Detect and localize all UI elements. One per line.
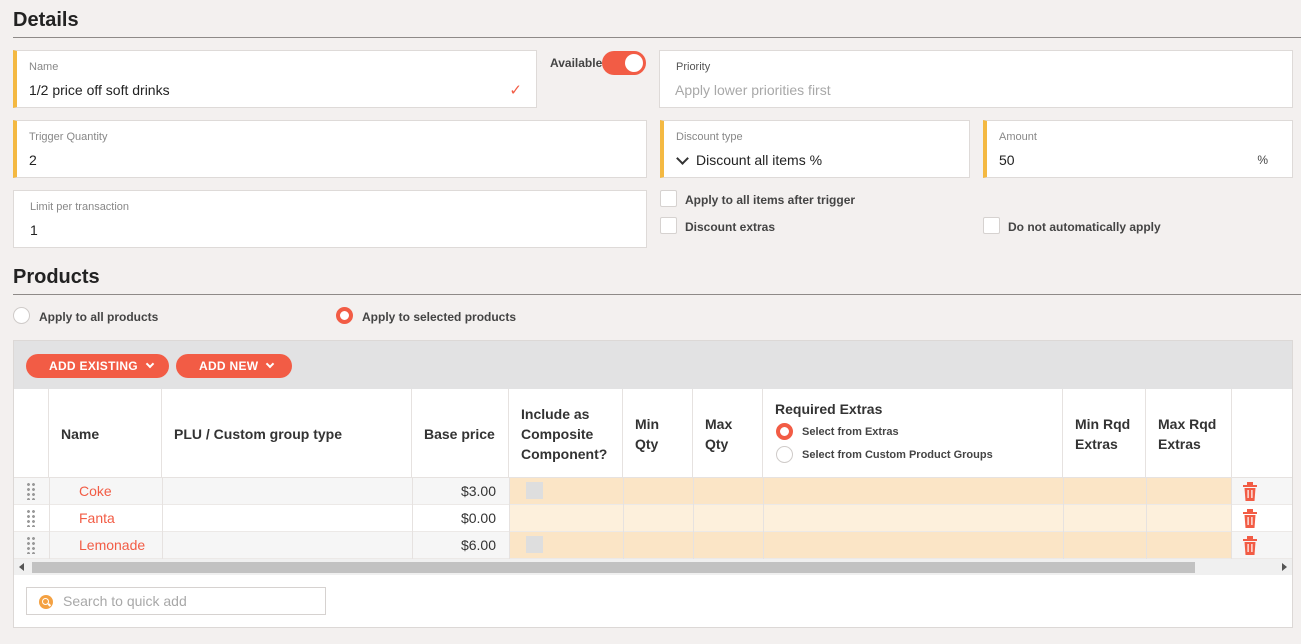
- column-divider: [763, 478, 764, 559]
- products-toolbar: ADD EXISTING ADD NEW: [14, 341, 1292, 389]
- drag-handle-icon[interactable]: [26, 482, 36, 500]
- apply-all-products-radio[interactable]: [13, 307, 30, 324]
- add-existing-label: ADD EXISTING: [49, 359, 138, 373]
- editable-cells: [509, 505, 1231, 531]
- product-price: $6.00: [460, 537, 496, 553]
- amount-value[interactable]: 50: [999, 152, 1015, 168]
- table-row: Fanta $0.00: [14, 505, 1292, 532]
- check-icon: ✓: [509, 82, 522, 99]
- header-min-rqd-extras[interactable]: Min Rqd Extras: [1063, 389, 1146, 478]
- priority-label: Priority: [676, 61, 711, 73]
- column-divider: [1146, 478, 1147, 559]
- header-plu[interactable]: PLU / Custom group type: [162, 389, 412, 478]
- discount-extras-label: Discount extras: [685, 220, 776, 234]
- table-row: Coke $3.00: [14, 478, 1292, 505]
- drag-handle-icon[interactable]: [26, 536, 36, 554]
- header-drag-column: [14, 389, 49, 478]
- details-divider: [13, 37, 1301, 38]
- horizontal-scrollbar[interactable]: [14, 559, 1292, 575]
- product-name-link[interactable]: Lemonade: [79, 532, 145, 558]
- priority-input[interactable]: Apply lower priorities first: [675, 82, 831, 98]
- select-from-groups-radio[interactable]: [776, 446, 793, 463]
- trigger-quantity-label: Trigger Quantity: [29, 131, 108, 143]
- apply-all-products-label: Apply to all products: [39, 310, 159, 324]
- chevron-down-icon: [266, 359, 275, 369]
- column-divider: [49, 478, 50, 559]
- required-extras-title: Required Extras: [775, 401, 883, 417]
- name-value[interactable]: 1/2 price off soft drinks: [29, 82, 170, 98]
- apply-selected-products-radio[interactable]: [336, 307, 353, 324]
- scroll-left-icon[interactable]: [19, 563, 24, 571]
- available-label: Available: [550, 56, 603, 70]
- trash-icon[interactable]: [1242, 509, 1258, 528]
- name-label: Name: [29, 61, 59, 73]
- trash-icon[interactable]: [1242, 536, 1258, 555]
- editable-cells: [509, 532, 1231, 558]
- limit-field[interactable]: Limit per transaction 1: [13, 190, 647, 248]
- discount-type-value[interactable]: Discount all items %: [696, 152, 822, 168]
- limit-label: Limit per transaction: [30, 201, 130, 213]
- product-price: $3.00: [460, 483, 496, 499]
- add-new-label: ADD NEW: [199, 359, 259, 373]
- column-divider: [162, 478, 163, 559]
- discount-extras-checkbox[interactable]: [660, 217, 677, 234]
- amount-field[interactable]: Amount 50 %: [983, 120, 1293, 178]
- apply-all-after-trigger-label: Apply to all items after trigger: [685, 193, 856, 207]
- scroll-right-icon[interactable]: [1282, 563, 1287, 571]
- discount-type-label: Discount type: [676, 131, 743, 143]
- drag-handle-icon[interactable]: [26, 509, 36, 527]
- details-title: Details: [13, 9, 79, 31]
- product-name-link[interactable]: Fanta: [79, 505, 115, 531]
- header-composite[interactable]: Include as Composite Component?: [509, 389, 623, 478]
- add-new-button[interactable]: ADD NEW: [176, 354, 292, 378]
- products-title: Products: [13, 266, 100, 288]
- table-row: Lemonade $6.00: [14, 532, 1292, 559]
- table-header: Name PLU / Custom group type Base price …: [14, 389, 1292, 478]
- products-divider: [13, 294, 1301, 295]
- quick-add-search[interactable]: [26, 587, 326, 615]
- column-divider: [509, 478, 510, 559]
- search-icon: [39, 595, 53, 609]
- editable-cells: [509, 478, 1231, 504]
- percent-unit: %: [1257, 153, 1268, 167]
- select-from-extras-label: Select from Extras: [802, 426, 899, 438]
- products-panel: ADD EXISTING ADD NEW Name PLU / Custom g…: [13, 340, 1293, 628]
- trigger-quantity-field[interactable]: Trigger Quantity 2: [13, 120, 647, 178]
- header-min-qty[interactable]: Min Qty: [623, 389, 693, 478]
- select-from-extras-radio[interactable]: [776, 423, 793, 440]
- scrollbar-thumb[interactable]: [32, 562, 1195, 573]
- priority-field[interactable]: Priority Apply lower priorities first: [659, 50, 1293, 108]
- available-toggle[interactable]: [602, 51, 646, 75]
- composite-checkbox[interactable]: [526, 536, 543, 553]
- column-divider: [1231, 478, 1232, 559]
- header-max-rqd-extras[interactable]: Max Rqd Extras: [1146, 389, 1232, 478]
- amount-label: Amount: [999, 131, 1037, 143]
- trash-icon[interactable]: [1242, 482, 1258, 501]
- chevron-down-icon: [145, 359, 155, 369]
- apply-all-after-trigger-checkbox[interactable]: [660, 190, 677, 207]
- discount-type-select[interactable]: Discount type Discount all items %: [660, 120, 970, 178]
- header-base-price[interactable]: Base price: [412, 389, 509, 478]
- column-divider: [693, 478, 694, 559]
- add-existing-button[interactable]: ADD EXISTING: [26, 354, 169, 378]
- column-divider: [1063, 478, 1064, 559]
- product-name-link[interactable]: Coke: [79, 478, 112, 504]
- header-max-qty[interactable]: Max Qty: [693, 389, 763, 478]
- product-price: $0.00: [460, 510, 496, 526]
- do-not-auto-apply-checkbox[interactable]: [983, 217, 1000, 234]
- apply-selected-products-label: Apply to selected products: [362, 310, 517, 324]
- column-divider: [623, 478, 624, 559]
- do-not-auto-apply-label: Do not automatically apply: [1008, 220, 1161, 234]
- name-field[interactable]: Name 1/2 price off soft drinks ✓: [13, 50, 537, 108]
- chevron-down-icon: [676, 152, 689, 165]
- select-from-groups-label: Select from Custom Product Groups: [802, 449, 993, 461]
- composite-checkbox[interactable]: [526, 482, 543, 499]
- header-name[interactable]: Name: [49, 389, 162, 478]
- column-divider: [412, 478, 413, 559]
- quick-add-input[interactable]: [63, 588, 319, 614]
- trigger-quantity-value[interactable]: 2: [29, 152, 37, 168]
- toggle-knob: [625, 54, 643, 72]
- limit-value[interactable]: 1: [30, 222, 38, 238]
